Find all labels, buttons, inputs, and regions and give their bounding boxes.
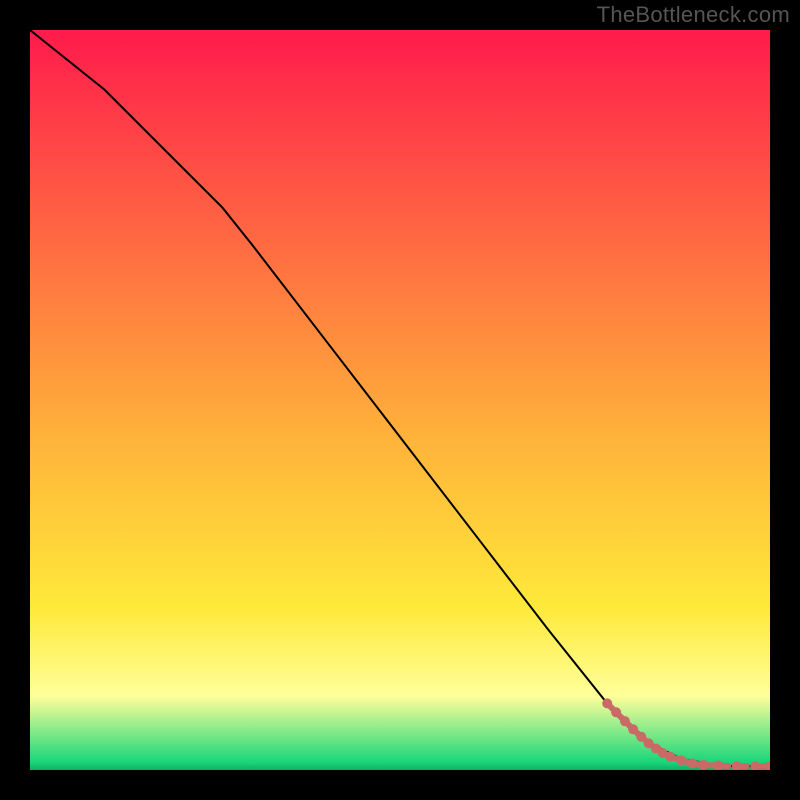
chart-frame: TheBottleneck.com xyxy=(0,0,800,800)
marker-dot xyxy=(636,732,646,742)
marker-dot xyxy=(676,755,686,765)
gradient-background xyxy=(30,30,770,770)
marker-dot xyxy=(620,716,630,726)
chart-canvas xyxy=(30,30,770,770)
watermark-text: TheBottleneck.com xyxy=(597,2,790,28)
plot-area xyxy=(30,30,770,770)
marker-dot xyxy=(698,760,708,770)
marker-dot xyxy=(628,724,638,734)
marker-dot xyxy=(611,707,621,717)
marker-dot xyxy=(602,698,612,708)
marker-dot xyxy=(665,752,675,762)
marker-dot xyxy=(687,758,697,768)
